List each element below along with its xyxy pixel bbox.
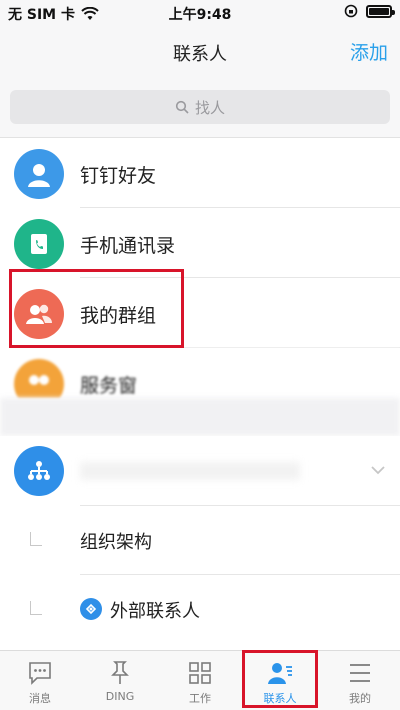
section-separator: [0, 398, 400, 436]
search-input[interactable]: 找人: [10, 90, 390, 124]
organization-row[interactable]: [0, 436, 400, 506]
pin-icon: [111, 661, 129, 684]
grid-icon: [189, 662, 211, 684]
tab-contacts[interactable]: 联系人: [240, 651, 320, 710]
nav-bar: 联系人 添加: [0, 26, 400, 78]
organization-name-redacted: [80, 462, 300, 480]
tree-branch-icon: [30, 601, 42, 615]
tab-messages[interactable]: 消息: [0, 651, 80, 710]
search-area: 找人: [0, 78, 400, 138]
status-time: 上午9:48: [168, 7, 232, 23]
message-icon: [29, 662, 51, 685]
list-item-label: 我的群组: [80, 305, 157, 327]
phone-book-icon: [14, 219, 64, 269]
tab-label: 工作: [189, 692, 211, 705]
sub-item-label: 组织架构: [80, 532, 152, 553]
tab-work[interactable]: 工作: [160, 651, 240, 710]
list-item-label: 手机通讯录: [80, 235, 176, 257]
tree-branch-icon: [30, 532, 42, 546]
tab-label: 我的: [349, 692, 371, 705]
status-right: [344, 4, 395, 18]
list-item-label: 钉钉好友: [80, 165, 157, 187]
tab-label: 联系人: [263, 692, 297, 705]
person-icon: [14, 149, 64, 199]
tab-label: 消息: [29, 692, 51, 705]
group-icon: [14, 289, 64, 339]
list-item-label: 服务窗: [80, 375, 138, 397]
list-item-dingtalk-friends[interactable]: 钉钉好友: [0, 138, 400, 208]
tab-me[interactable]: 我的: [320, 651, 400, 710]
list-item-phone-contacts[interactable]: 手机通讯录: [0, 208, 400, 278]
menu-icon: [350, 664, 370, 682]
external-contact-icon: [80, 598, 102, 620]
battery-icon: [366, 4, 395, 18]
search-placeholder: 找人: [194, 98, 225, 117]
org-chart-icon: [14, 446, 64, 496]
page-title: 联系人: [173, 44, 227, 65]
list-item-external-contacts[interactable]: 外部联系人: [0, 575, 400, 649]
sub-item-label: 外部联系人: [110, 601, 200, 622]
status-bar: 无 SIM 卡 上午9:48: [0, 0, 400, 26]
list-item-my-groups[interactable]: 我的群组: [0, 278, 400, 348]
rotation-lock-icon: [344, 4, 358, 18]
tab-bar: 消息 DING 工作 联系人 我的: [0, 650, 400, 710]
service-icon: [14, 359, 64, 398]
contacts-icon: [268, 663, 292, 684]
add-button[interactable]: 添加: [350, 38, 388, 65]
tab-ding[interactable]: DING: [80, 651, 160, 710]
chevron-down-icon[interactable]: [370, 462, 386, 478]
list-item-org-structure[interactable]: 组织架构: [0, 506, 400, 574]
search-icon: [175, 100, 189, 114]
tab-label: DING: [105, 690, 135, 703]
list-item-service-window[interactable]: 服务窗: [0, 348, 400, 398]
